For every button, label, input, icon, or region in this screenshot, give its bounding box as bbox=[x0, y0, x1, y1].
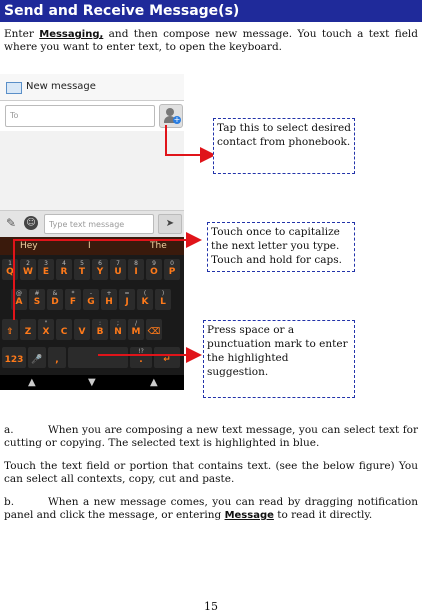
paragraph-touch: Touch the text field or portion that con… bbox=[4, 460, 418, 485]
paragraph-a: a. When you are composing a new text mess… bbox=[4, 424, 418, 450]
paragraph-b: b. When a new message comes, you can read… bbox=[4, 496, 418, 522]
arrow-shift bbox=[13, 232, 202, 320]
callout-space: Press space or a punctuation mark to ent… bbox=[203, 320, 355, 398]
page-number: 15 bbox=[204, 600, 218, 613]
label-a: a. bbox=[4, 424, 14, 436]
text-a: When you are composing a new text messag… bbox=[4, 424, 418, 449]
message-keyword: Message bbox=[224, 510, 274, 521]
label-b: b. bbox=[4, 496, 15, 508]
callout-capitalize: Touch once to capitalize the next letter… bbox=[207, 222, 355, 272]
callout-arrows bbox=[13, 125, 216, 363]
arrow-contact bbox=[165, 125, 216, 163]
callout-contact: Tap this to select desired contact from … bbox=[213, 118, 355, 174]
text-b-after: to read it directly. bbox=[273, 509, 373, 521]
